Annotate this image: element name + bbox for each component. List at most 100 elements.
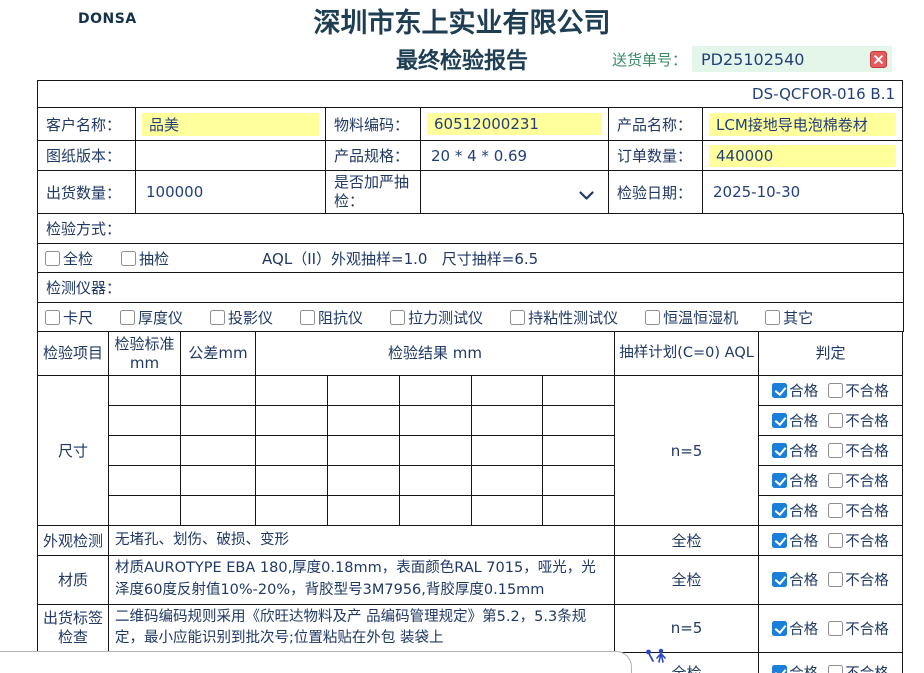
header-judge: 判定 (759, 332, 903, 376)
doc-code: DS-QCFOR-016 B.1 (38, 81, 903, 108)
delivery-number-field-group: 送货单号： PD25102540 (612, 46, 892, 72)
result-cell (181, 406, 256, 436)
order-qty-input[interactable]: 440000 (709, 145, 896, 167)
fail-checkbox[interactable] (828, 572, 843, 587)
method-title: 检验方式： (38, 214, 904, 244)
fail-checkbox[interactable] (828, 413, 843, 428)
product-name-input[interactable]: LCM接地导电泡棉卷材 (709, 113, 896, 136)
fail-label: 不合格 (845, 662, 889, 673)
pass-checkbox[interactable] (772, 665, 787, 673)
instrument-label: 卡尺 (63, 307, 93, 328)
fail-checkbox[interactable] (828, 383, 843, 398)
dimension-plan: n=5 (615, 376, 759, 526)
instrument-label: 拉力测试仪 (408, 307, 483, 328)
dimension-row: 合格不合格 (38, 496, 903, 526)
pass-label: 合格 (789, 470, 818, 491)
final-inspection-report-page: DONSA 深圳市东上实业有限公司 最终检验报告 送货单号： PD2510254… (0, 0, 924, 673)
result-cell (543, 436, 615, 466)
sampling-checkbox[interactable] (121, 251, 136, 266)
result-cell (543, 376, 615, 406)
fail-label: 不合格 (845, 470, 889, 491)
spec-value: 20 * 4 * 0.69 (421, 141, 609, 171)
pass-checkbox[interactable] (772, 443, 787, 458)
fail-checkbox[interactable] (828, 503, 843, 518)
drawing-version-value (136, 141, 326, 171)
product-name-label: 产品名称： (609, 108, 703, 141)
fail-checkbox[interactable] (828, 621, 843, 636)
result-cell (400, 436, 472, 466)
header-standard: 检验标准mm (109, 332, 181, 376)
result-cell (472, 466, 543, 496)
report-table: DS-QCFOR-016 B.1 客户名称： 品美 物料编码： 60512000… (37, 80, 903, 673)
result-cell (400, 406, 472, 436)
fail-checkbox[interactable] (828, 473, 843, 488)
fail-checkbox[interactable] (828, 443, 843, 458)
pass-checkbox[interactable] (772, 572, 787, 587)
result-cell (543, 496, 615, 526)
inspection-results-table: 检验项目 检验标准mm 公差mm 检验结果 mm 抽样计划(C=0) AQL 判… (37, 331, 903, 673)
instrument-checkbox-thickness-gauge[interactable] (120, 310, 135, 325)
pass-checkbox[interactable] (772, 413, 787, 428)
ship-qty-value: 100000 (136, 171, 326, 214)
result-cell (181, 466, 256, 496)
row-plan: 全检 (615, 653, 759, 673)
pass-checkbox[interactable] (772, 533, 787, 548)
instrument-checkbox-tension-tester[interactable] (390, 310, 405, 325)
pass-checkbox[interactable] (772, 383, 787, 398)
result-cell (400, 466, 472, 496)
result-cell (181, 376, 256, 406)
dimension-row: 合格不合格 (38, 406, 903, 436)
row-desc: 二维码编码规则采用《欣旺达物料及产 品编码管理规定》第5.2，5.3条规定，最小… (109, 604, 615, 653)
fail-checkbox[interactable] (828, 533, 843, 548)
row-desc: 材质AUROTYPE EBA 180,厚度0.18mm，表面颜色RAL 7015… (109, 556, 615, 605)
header-item: 检验项目 (38, 332, 109, 376)
result-cell (109, 496, 181, 526)
result-cell (109, 466, 181, 496)
full-inspection-checkbox[interactable] (45, 251, 60, 266)
result-cell (181, 496, 256, 526)
dimension-row: 合格 不合格 (38, 466, 903, 496)
header-plan: 抽样计划(C=0) AQL (615, 332, 759, 376)
instrument-checkbox-other[interactable] (765, 310, 780, 325)
result-cell (328, 466, 400, 496)
spec-label: 产品规格： (326, 141, 421, 171)
pass-label: 合格 (789, 440, 818, 461)
material-code-label: 物料编码： (326, 108, 421, 141)
instrument-checkbox-impedance[interactable] (300, 310, 315, 325)
instrument-checkbox-adhesion-tester[interactable] (510, 310, 525, 325)
delivery-number-value: PD25102540 (701, 50, 870, 69)
instrument-checkbox-caliper[interactable] (45, 310, 60, 325)
fail-label: 不合格 (845, 618, 889, 639)
dimension-row: 尺寸 n=5 合格不合格 (38, 376, 903, 406)
result-cell (328, 496, 400, 526)
material-row: 材质 材质AUROTYPE EBA 180,厚度0.18mm，表面颜色RAL 7… (38, 556, 903, 605)
fail-checkbox[interactable] (828, 665, 843, 673)
pass-checkbox[interactable] (772, 503, 787, 518)
result-cell (543, 406, 615, 436)
pass-label: 合格 (789, 662, 818, 673)
aql-text: AQL（II）外观抽样=1.0 尺寸抽样=6.5 (262, 248, 538, 269)
result-cell (256, 406, 328, 436)
result-cell (328, 376, 400, 406)
customer-input[interactable]: 品美 (142, 113, 319, 136)
pass-label: 合格 (789, 410, 818, 431)
instrument-checkbox-climate-chamber[interactable] (645, 310, 660, 325)
result-cell (472, 376, 543, 406)
fail-label: 不合格 (845, 530, 889, 551)
pass-label: 合格 (789, 618, 818, 639)
pass-label: 合格 (789, 530, 818, 551)
delivery-number-input[interactable]: PD25102540 (692, 46, 892, 72)
strict-sampling-dropdown[interactable] (421, 171, 609, 214)
instrument-label: 投影仪 (228, 307, 273, 328)
row-plan: 全检 (615, 556, 759, 605)
fail-label: 不合格 (845, 440, 889, 461)
pass-checkbox[interactable] (772, 621, 787, 636)
instrument-checkbox-projector[interactable] (210, 310, 225, 325)
dimension-row: 合格 不合格 (38, 436, 903, 466)
result-cell (543, 466, 615, 496)
pass-label: 合格 (789, 500, 818, 521)
pass-checkbox[interactable] (772, 473, 787, 488)
result-cell (472, 496, 543, 526)
instrument-label: 其它 (783, 307, 813, 328)
material-code-input[interactable]: 60512000231 (427, 113, 602, 135)
